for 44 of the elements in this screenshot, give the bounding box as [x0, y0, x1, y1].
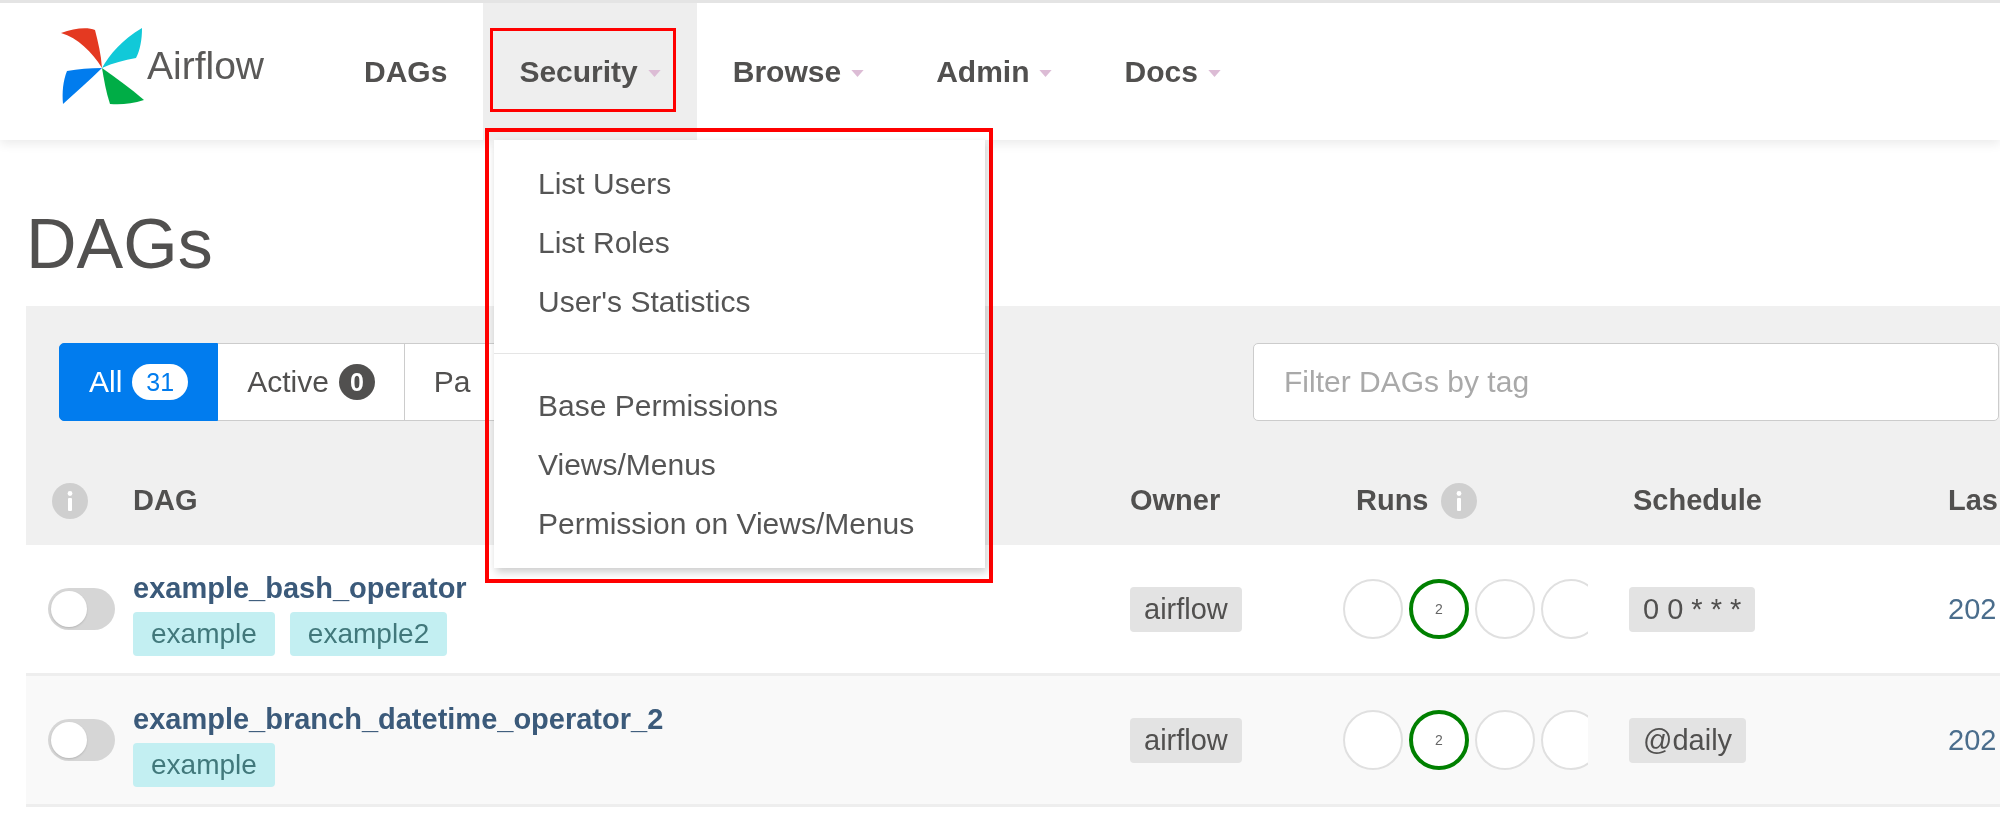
- schedule-chip: 0 0 * * *: [1629, 586, 1756, 632]
- column-header: DAG: [133, 484, 198, 517]
- owner-chip[interactable]: airflow: [1130, 717, 1242, 763]
- menu-item[interactable]: List Roles: [494, 213, 985, 272]
- info-icon[interactable]: [52, 482, 88, 519]
- tag-chip[interactable]: example: [133, 743, 275, 787]
- filter-tab[interactable]: Active 0: [218, 343, 405, 421]
- page-title: DAGs: [26, 206, 213, 283]
- last-run-link[interactable]: 202: [1948, 592, 2000, 626]
- info-icon[interactable]: [1440, 482, 1477, 519]
- last-run-link[interactable]: 202: [1948, 723, 2000, 757]
- ring-icon[interactable]: [1541, 710, 1588, 770]
- filter-tab[interactable]: All 31: [59, 343, 219, 421]
- tag-filter-field[interactable]: Filter DAGs by tag: [1253, 343, 1999, 421]
- schedule-chip: @daily: [1629, 717, 1747, 763]
- ring-icon[interactable]: [1475, 579, 1535, 639]
- column-header: Owner: [1130, 484, 1221, 517]
- tag-chip[interactable]: example: [133, 612, 275, 656]
- column-header: Schedule: [1633, 484, 1762, 517]
- ring-icon[interactable]: [1343, 710, 1403, 770]
- nav-menu-item[interactable]: Security: [483, 3, 697, 140]
- tag-chip[interactable]: example2: [289, 612, 448, 656]
- count-badge: 0: [338, 364, 375, 400]
- column-header: Runs: [1356, 484, 1429, 517]
- menu-item[interactable]: List Users: [494, 154, 985, 213]
- toggle-switch[interactable]: [48, 719, 115, 761]
- ring-icon[interactable]: [1343, 579, 1403, 639]
- toggle-switch[interactable]: [48, 588, 115, 630]
- nav-menu-item[interactable]: Docs: [1088, 3, 1257, 140]
- menu-item[interactable]: Permission on Views/Menus: [494, 494, 985, 553]
- menu-item[interactable]: User's Statistics: [494, 272, 985, 331]
- owner-chip[interactable]: airflow: [1130, 586, 1242, 632]
- nav-menu-item[interactable]: DAGs: [328, 3, 484, 140]
- run-count-circle[interactable]: 2: [1409, 579, 1469, 639]
- brand-name[interactable]: Airflow: [147, 43, 265, 88]
- column-header: Las: [1948, 484, 1998, 517]
- menu-item[interactable]: Views/Menus: [494, 435, 985, 494]
- count-badge: 31: [132, 364, 189, 400]
- nav-menu-item[interactable]: Admin: [900, 3, 1089, 140]
- ring-icon[interactable]: [1541, 579, 1588, 639]
- dag-link[interactable]: example_bash_operator: [133, 570, 467, 606]
- run-count-circle[interactable]: 2: [1409, 710, 1469, 770]
- nav-menu-item[interactable]: Browse: [696, 3, 901, 140]
- dag-link[interactable]: example_branch_datetime_operator_2: [133, 701, 664, 737]
